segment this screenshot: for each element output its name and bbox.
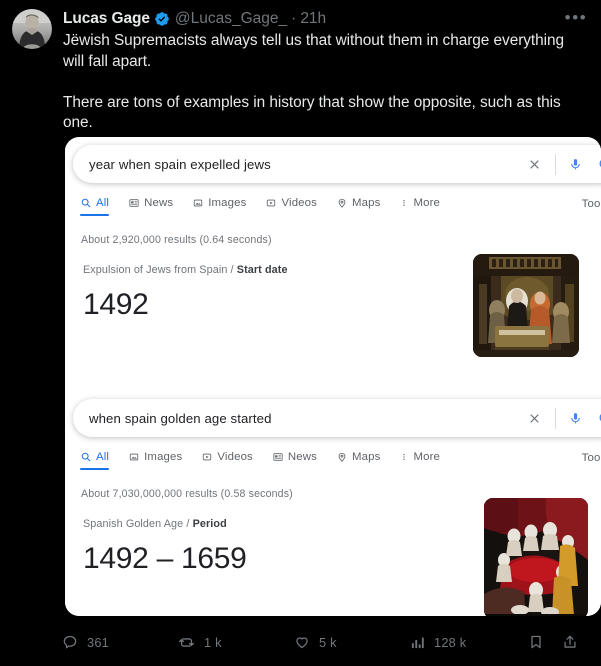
search-icon [81, 198, 91, 208]
reply-button[interactable]: 361 [62, 634, 109, 650]
news-icon [129, 198, 139, 208]
search-bar-1[interactable]: year when spain expelled jews [73, 145, 601, 183]
result-thumbnail-1[interactable] [473, 254, 579, 357]
video-icon [202, 452, 212, 462]
nav-item-videos-1[interactable]: Videos [266, 197, 317, 216]
answer-slash: / [230, 264, 234, 276]
bookmark-icon [528, 634, 544, 650]
search-divider [555, 407, 556, 429]
display-name[interactable]: Lucas Gage [63, 10, 150, 28]
answer-entity: Spanish Golden Age [83, 518, 184, 530]
image-icon [129, 452, 139, 462]
nav-label: Videos [281, 197, 317, 209]
tools-button-2[interactable]: Tools [582, 452, 601, 464]
search-divider [555, 153, 556, 175]
microphone-icon[interactable] [564, 152, 586, 176]
more-options-icon[interactable]: ••• [563, 9, 589, 27]
search-icon [81, 452, 91, 462]
nav-label: Maps [352, 451, 381, 463]
views-count: 128 k [434, 634, 467, 650]
answer-entity: Expulsion of Jews from Spain [83, 264, 228, 276]
nav-label: Images [144, 451, 183, 463]
nav-item-maps-2[interactable]: Maps [337, 451, 380, 470]
nav-label: More [413, 197, 441, 209]
video-icon [266, 198, 276, 208]
google-lens-icon[interactable] [592, 151, 601, 177]
nav-item-videos-2[interactable]: Videos [202, 451, 253, 470]
tools-button-1[interactable]: Tools [582, 198, 601, 210]
google-search-block-2: when spain golden age started All Images… [65, 391, 601, 616]
result-stats-1: About 2,920,000 results (0.64 seconds) [81, 234, 272, 246]
nav-item-maps-1[interactable]: Maps [337, 197, 380, 216]
result-thumbnail-2[interactable] [484, 498, 588, 616]
google-nav-1: All News Images Videos Maps More Too [79, 197, 601, 225]
answer-property: Period [192, 518, 227, 530]
search-input-2[interactable]: when spain golden age started [89, 411, 521, 426]
verified-badge-icon [154, 11, 170, 27]
like-button[interactable]: 5 k [294, 634, 337, 650]
tweet-media-image[interactable]: year when spain expelled jews All News I… [65, 137, 601, 616]
nav-label: News [144, 197, 174, 209]
tweet-container: Lucas Gage @Lucas_Gage_ · 21h ••• Jëwish… [0, 0, 601, 666]
reply-icon [62, 634, 78, 650]
nav-label: All [96, 197, 110, 209]
tweet-header: Lucas Gage @Lucas_Gage_ · 21h ••• Jëwish… [0, 0, 601, 134]
bookmark-button[interactable] [528, 634, 544, 650]
nav-item-images-2[interactable]: Images [129, 451, 182, 470]
more-vertical-icon [400, 452, 408, 462]
nav-label: All [96, 451, 110, 463]
tweet-body: Lucas Gage @Lucas_Gage_ · 21h ••• Jëwish… [63, 8, 589, 134]
like-count: 5 k [319, 634, 337, 650]
nav-label: Videos [217, 451, 253, 463]
close-icon[interactable] [521, 151, 547, 177]
more-vertical-icon [400, 198, 408, 208]
nav-item-images-1[interactable]: Images [193, 197, 246, 216]
search-bar-icons-1 [521, 151, 601, 177]
tweet-text: Jëwish Supremacists always tell us that … [63, 32, 565, 131]
nav-label: Maps [352, 197, 381, 209]
answer-property: Start date [236, 264, 288, 276]
google-search-block-1: year when spain expelled jews All News I… [65, 145, 601, 357]
nav-item-all-1[interactable]: All [79, 197, 110, 216]
nav-item-news-2[interactable]: News [273, 451, 317, 470]
timestamp[interactable]: 21h [300, 10, 326, 28]
screenshot-seam [65, 379, 601, 391]
close-icon[interactable] [521, 405, 547, 431]
map-pin-icon [337, 452, 347, 462]
share-button[interactable] [562, 634, 578, 650]
nav-item-all-2[interactable]: All [79, 451, 110, 470]
nav-label: Images [208, 197, 247, 209]
microphone-icon[interactable] [564, 406, 586, 430]
search-bar-2[interactable]: when spain golden age started [73, 399, 601, 437]
avatar[interactable] [12, 9, 52, 49]
nav-label: More [413, 451, 441, 463]
search-input-1[interactable]: year when spain expelled jews [89, 157, 521, 172]
reply-count: 361 [87, 634, 109, 650]
news-icon [273, 452, 283, 462]
google-search-screenshot: year when spain expelled jews All News I… [65, 145, 601, 616]
retweet-icon [178, 634, 195, 651]
separator: · [291, 9, 297, 27]
nav-item-news-1[interactable]: News [129, 197, 173, 216]
nav-label: News [287, 451, 317, 463]
handle[interactable]: @Lucas_Gage_ [175, 10, 287, 28]
answer-slash: / [186, 518, 190, 530]
analytics-icon [410, 635, 425, 650]
google-nav-2: All Images Videos News Maps More Too [79, 451, 601, 479]
map-pin-icon [337, 198, 347, 208]
share-icon [562, 634, 578, 650]
retweet-count: 1 k [204, 634, 222, 650]
retweet-button[interactable]: 1 k [178, 634, 222, 651]
nav-item-more-2[interactable]: More [400, 451, 440, 470]
search-bar-icons-2 [521, 405, 601, 431]
google-lens-icon[interactable] [592, 405, 601, 431]
author-row: Lucas Gage @Lucas_Gage_ · 21h ••• [63, 8, 589, 29]
heart-icon [294, 634, 310, 650]
views-button[interactable]: 128 k [410, 635, 466, 650]
nav-item-more-1[interactable]: More [400, 197, 440, 216]
image-icon [193, 198, 203, 208]
tweet-action-bar: 361 1 k 5 k 128 k [62, 625, 587, 659]
